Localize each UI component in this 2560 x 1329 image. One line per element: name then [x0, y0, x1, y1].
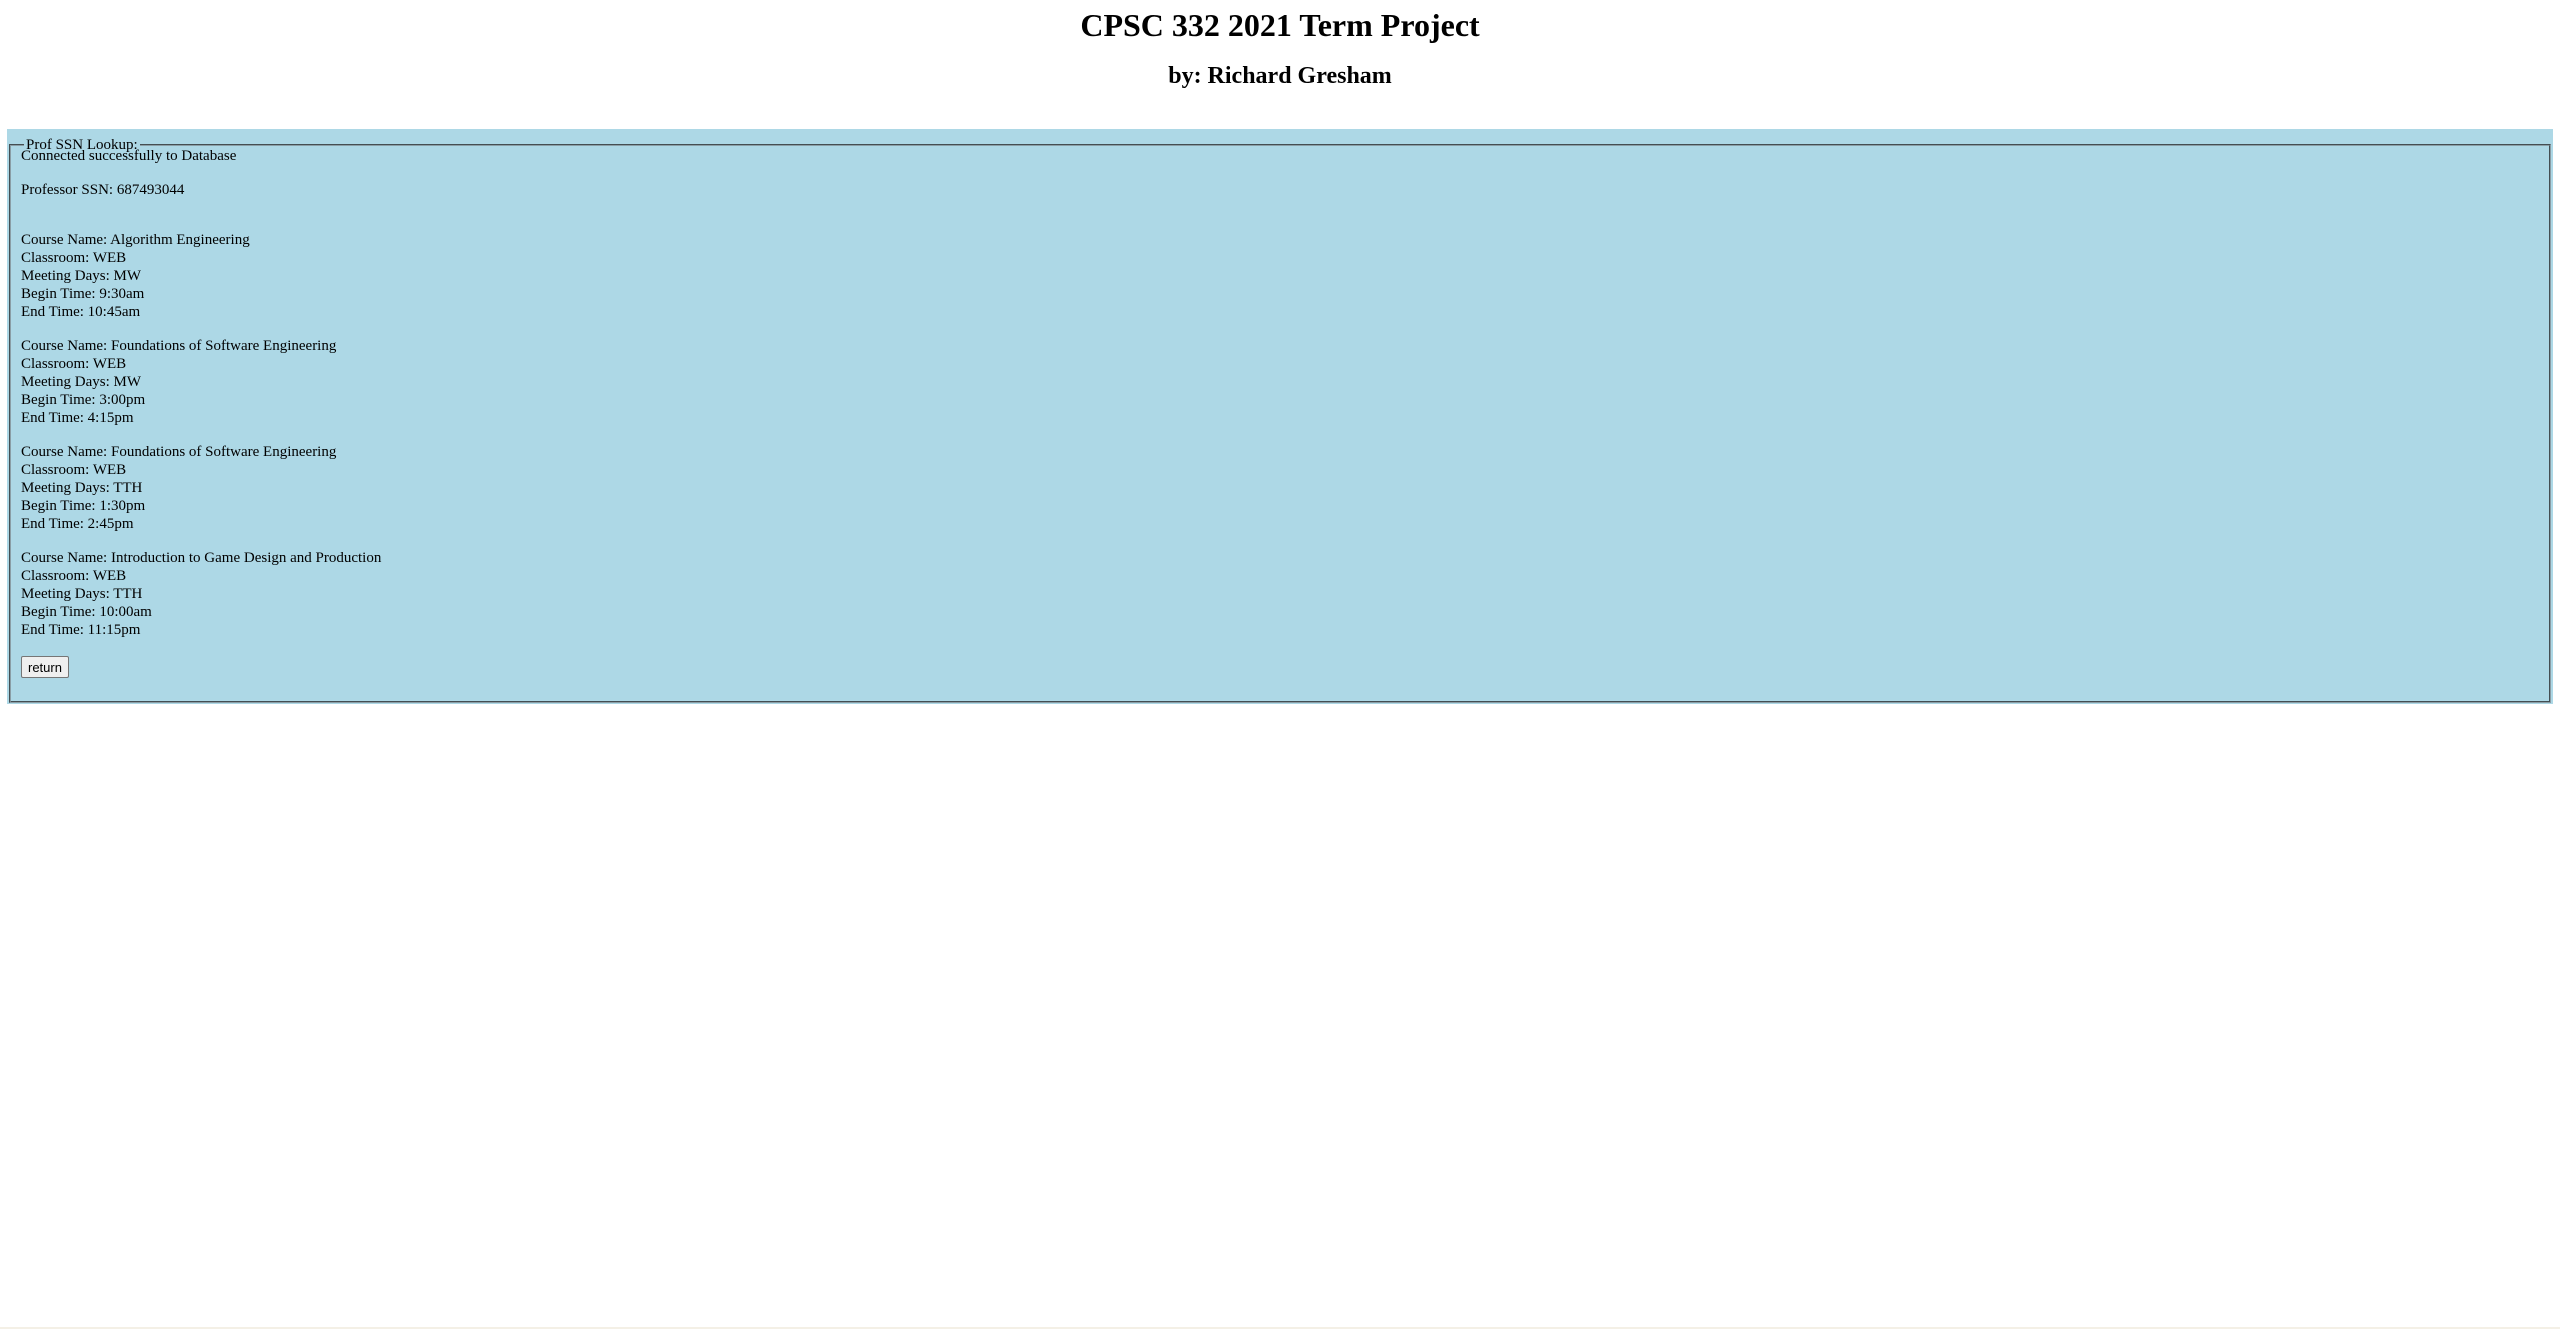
course-classroom: Classroom: WEB: [21, 250, 127, 266]
professor-ssn: Professor SSN: 687493044: [21, 182, 185, 198]
course-end-time: End Time: 11:15pm: [21, 622, 141, 638]
course-entry: Course Name: Foundations of Software Eng…: [21, 443, 381, 533]
page: CPSC 332 2021 Term Project by: Richard G…: [0, 0, 2560, 1329]
course-meeting-days: Meeting Days: MW: [21, 374, 141, 390]
course-begin-time: Begin Time: 10:00am: [21, 604, 152, 620]
connection-status: Connected successfully to Database: [21, 148, 237, 164]
lookup-results: Connected successfully to Database Profe…: [21, 147, 381, 678]
course-end-time: End Time: 2:45pm: [21, 516, 134, 532]
course-end-time: End Time: 4:15pm: [21, 410, 134, 426]
lookup-panel: Prof SSN Lookup: Connected successfully …: [7, 129, 2553, 704]
course-meeting-days: Meeting Days: TTH: [21, 480, 143, 496]
course-meeting-days: Meeting Days: MW: [21, 268, 141, 284]
page-subtitle: by: Richard Gresham: [1168, 63, 1392, 89]
course-entry: Course Name: Algorithm Engineering Class…: [21, 231, 381, 321]
course-begin-time: Begin Time: 3:00pm: [21, 392, 146, 408]
course-entry: Course Name: Foundations of Software Eng…: [21, 337, 381, 427]
course-begin-time: Begin Time: 9:30am: [21, 286, 145, 302]
prof-ssn-lookup-fieldset: Prof SSN Lookup:: [9, 137, 2551, 703]
course-begin-time: Begin Time: 1:30pm: [21, 498, 146, 514]
course-name: Course Name: Foundations of Software Eng…: [21, 338, 337, 354]
return-button[interactable]: return: [21, 656, 69, 678]
course-classroom: Classroom: WEB: [21, 356, 127, 372]
course-name: Course Name: Introduction to Game Design…: [21, 550, 382, 566]
course-classroom: Classroom: WEB: [21, 568, 127, 584]
course-name: Course Name: Algorithm Engineering: [21, 232, 250, 248]
course-meeting-days: Meeting Days: TTH: [21, 586, 143, 602]
course-entry: Course Name: Introduction to Game Design…: [21, 549, 381, 639]
course-name: Course Name: Foundations of Software Eng…: [21, 444, 337, 460]
course-end-time: End Time: 10:45am: [21, 304, 141, 320]
course-classroom: Classroom: WEB: [21, 462, 127, 478]
page-title: CPSC 332 2021 Term Project: [1080, 7, 1480, 43]
